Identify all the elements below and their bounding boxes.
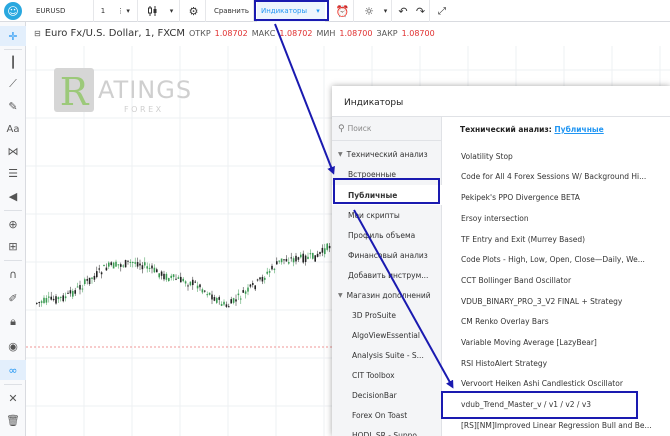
arrow-to-public xyxy=(274,23,335,175)
annotation-arrows xyxy=(274,23,454,389)
arrow-to-vdub xyxy=(353,209,454,389)
